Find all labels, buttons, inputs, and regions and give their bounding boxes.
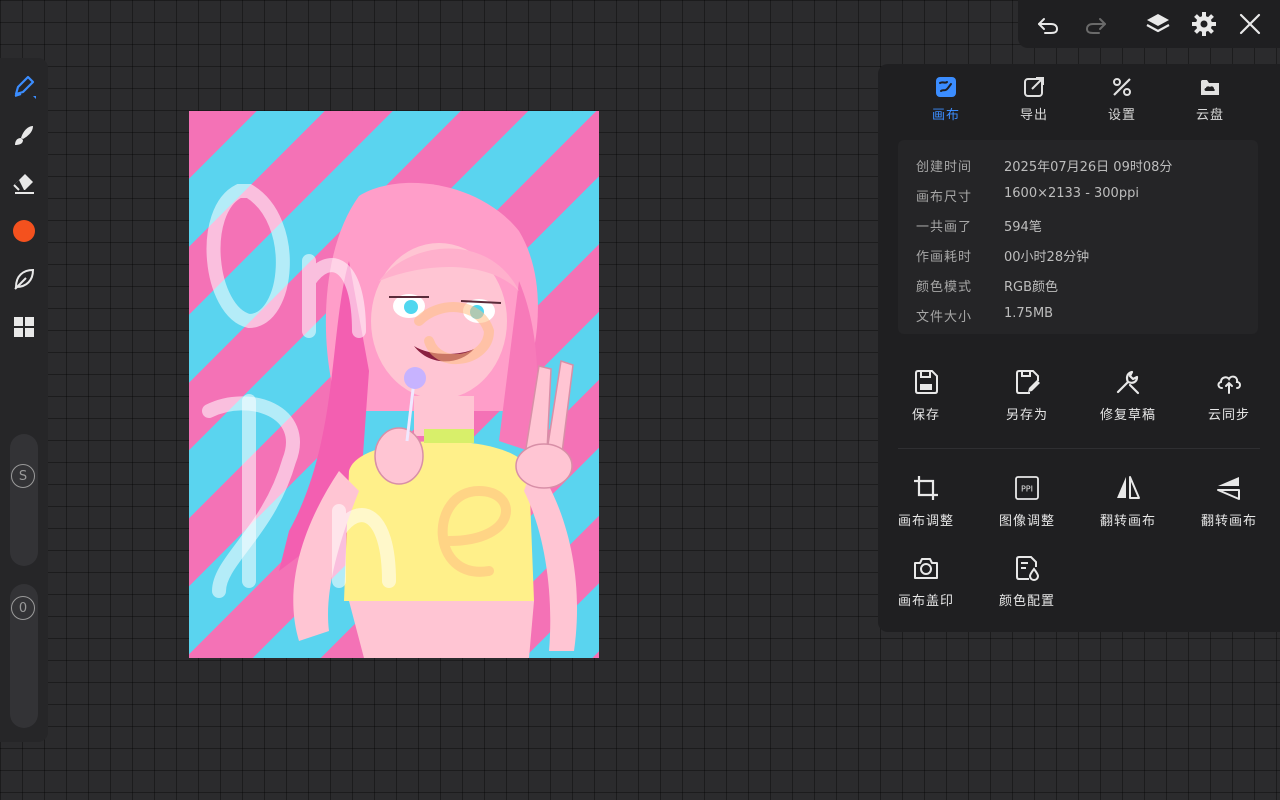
info-key: 作画耗时 (916, 250, 973, 265)
size-slider-handle[interactable]: S (11, 464, 35, 488)
canvas-icon (936, 77, 956, 97)
canvas-panel: 画布 导出 设置 云盘 创建时间 2025年07月26日 09时08分 画布尺寸 1… (878, 64, 1280, 632)
opacity-slider-handle[interactable]: 0 (11, 596, 35, 620)
info-row: 文件大小 1.75MB (916, 306, 1053, 326)
eraser-icon (13, 174, 34, 194)
canvas-info: 创建时间 2025年07月26日 09时08分 画布尺寸 1600×2133 - 3… (898, 140, 1258, 334)
grid-icon (14, 317, 34, 337)
info-value: 594笔 (1004, 220, 1042, 235)
canvas-adjust-label: 画布调整 (897, 514, 954, 529)
flip-horizontal-label: 翻转画布 (1099, 514, 1156, 529)
tab-cloud[interactable]: 云盘 (1175, 76, 1245, 132)
opacity-slider-label: 0 (18, 600, 28, 616)
info-key: 创建时间 (916, 160, 973, 175)
crop-icon (914, 476, 938, 500)
close-icon (1239, 13, 1261, 35)
brush-size-slider[interactable]: S (10, 434, 38, 566)
repair-draft-button[interactable]: 修复草稿 (1080, 368, 1176, 438)
info-row: 颜色模式 RGB颜色 (916, 276, 1058, 296)
info-value: RGB颜色 (1004, 280, 1059, 295)
tools-icon (1113, 78, 1131, 96)
save-as-icon (1016, 370, 1040, 394)
divider (898, 448, 1260, 449)
export-icon (1024, 77, 1044, 97)
tab-canvas-label: 画布 (931, 108, 960, 123)
color-config-button[interactable]: 颜色配置 (979, 554, 1075, 624)
undo-icon (1038, 18, 1059, 34)
repair-draft-label: 修复草稿 (1099, 408, 1156, 423)
canvas-stamp-button[interactable]: 画布盖印 (878, 554, 974, 624)
ppi-icon: PPI (1015, 476, 1039, 500)
save-as-label: 另存为 (1005, 408, 1048, 423)
more-tools[interactable] (9, 312, 39, 342)
layers-icon (1146, 14, 1170, 33)
info-row: 一共画了 594笔 (916, 216, 1042, 236)
top-toolbar (1018, 0, 1280, 48)
redo-icon (1085, 18, 1106, 34)
size-slider-label: S (18, 468, 28, 484)
gear-icon (1192, 12, 1216, 36)
save-as-button[interactable]: 另存为 (979, 368, 1075, 438)
cloud-sync-icon (1217, 375, 1241, 394)
flip-vertical-label: 翻转画布 (1200, 514, 1257, 529)
leaf-icon (14, 268, 35, 290)
info-row: 创建时间 2025年07月26日 09时08分 (916, 156, 1172, 176)
camera-icon (914, 558, 938, 579)
redo-button[interactable] (1082, 10, 1110, 38)
color-swatch[interactable] (9, 216, 39, 246)
info-row: 作画耗时 00小时28分钟 (916, 246, 1089, 266)
tab-canvas[interactable]: 画布 (911, 76, 981, 132)
info-key: 文件大小 (916, 310, 973, 325)
pen-tool[interactable] (9, 72, 39, 102)
settings-button[interactable] (1190, 10, 1218, 38)
cloud-sync-label: 云同步 (1207, 408, 1250, 423)
info-value: 00小时28分钟 (1004, 250, 1090, 265)
color-config-label: 颜色配置 (998, 594, 1055, 609)
save-button[interactable]: 保存 (878, 368, 974, 438)
close-button[interactable] (1236, 10, 1264, 38)
pen-icon (14, 75, 36, 99)
undo-button[interactable] (1034, 10, 1062, 38)
info-key: 颜色模式 (916, 280, 973, 295)
color-config-icon (1016, 556, 1040, 582)
eraser-tool[interactable] (9, 168, 39, 198)
tab-cloud-label: 云盘 (1195, 108, 1224, 123)
smudge-tool[interactable] (9, 264, 39, 294)
info-value: 1600×2133 - 300ppi (1004, 186, 1139, 201)
info-key: 一共画了 (916, 220, 973, 235)
wrench-icon (1116, 370, 1140, 395)
flip-horizontal-button[interactable]: 翻转画布 (1080, 474, 1176, 544)
flip-vertical-button[interactable]: 翻转画布 (1181, 474, 1277, 544)
brush-icon (15, 126, 33, 145)
opacity-slider[interactable]: 0 (10, 584, 38, 728)
brush-tool[interactable] (9, 120, 39, 150)
ppi-icon-text: PPI (1021, 485, 1033, 494)
color-swatch-icon (13, 220, 35, 242)
flip-vertical-icon (1217, 477, 1240, 500)
tab-settings[interactable]: 设置 (1087, 76, 1157, 132)
tab-export-label: 导出 (1019, 108, 1048, 123)
canvas-stamp-label: 画布盖印 (897, 594, 954, 609)
tab-export[interactable]: 导出 (999, 76, 1069, 132)
image-adjust-label: 图像调整 (998, 514, 1055, 529)
info-value: 2025年07月26日 09时08分 (1004, 160, 1173, 175)
save-label: 保存 (911, 408, 940, 423)
info-row: 画布尺寸 1600×2133 - 300ppi (916, 186, 1139, 206)
cloud-folder-icon (1201, 80, 1219, 95)
save-icon (915, 370, 938, 394)
info-value: 1.75MB (1004, 306, 1054, 321)
info-key: 画布尺寸 (916, 190, 973, 205)
flip-horizontal-icon (1117, 476, 1140, 499)
canvas-adjust-button[interactable]: 画布调整 (878, 474, 974, 544)
drawing-canvas[interactable] (189, 111, 599, 658)
layers-button[interactable] (1144, 10, 1172, 38)
left-toolbar: S 0 (0, 58, 48, 742)
tab-settings-label: 设置 (1107, 108, 1136, 123)
cloud-sync-button[interactable]: 云同步 (1181, 368, 1277, 438)
artwork-illustration (202, 182, 578, 658)
image-adjust-button[interactable]: PPI 图像调整 (979, 474, 1075, 544)
